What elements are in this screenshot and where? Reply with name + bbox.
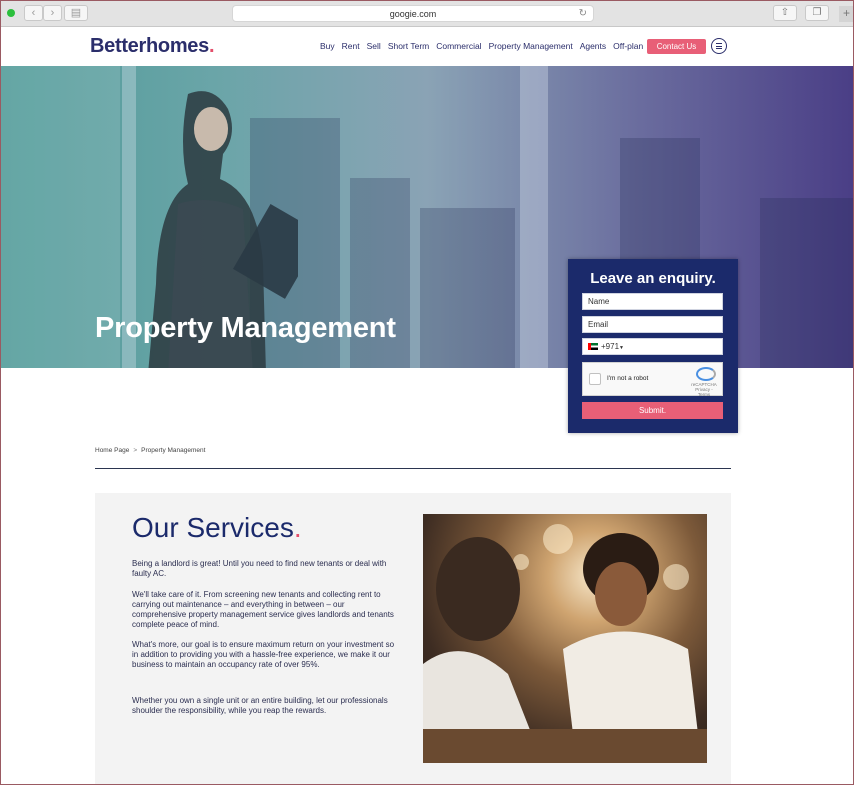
enquiry-form: Leave an enquiry. Name Email +971▼ I'm n… bbox=[568, 259, 738, 433]
services-photo-two-women-cafe bbox=[423, 514, 707, 763]
enquiry-title: Leave an enquiry. bbox=[590, 270, 716, 287]
breadcrumb-home[interactable]: Home Page bbox=[95, 447, 129, 454]
new-tab-button[interactable]: + bbox=[839, 6, 854, 22]
recaptcha-logo-icon bbox=[696, 367, 716, 381]
recaptcha-widget: I'm not a robot reCAPTCHA Privacy - Terms bbox=[582, 362, 723, 397]
recaptcha-checkbox[interactable] bbox=[589, 373, 601, 385]
logo-dot: . bbox=[208, 35, 215, 57]
recaptcha-brand: reCAPTCHA Privacy - Terms bbox=[689, 382, 719, 397]
section-divider bbox=[95, 468, 731, 469]
contact-us-button[interactable]: Contact Us bbox=[647, 39, 706, 54]
site-logo[interactable]: Betterhomes. bbox=[90, 35, 215, 58]
address-url: googie.com bbox=[389, 9, 437, 19]
hero-title: Property Management bbox=[95, 312, 396, 344]
share-button[interactable]: ⇧ bbox=[773, 5, 797, 21]
menu-item-buy[interactable]: Buy bbox=[320, 41, 335, 51]
submit-button[interactable]: Submit. bbox=[582, 402, 723, 419]
address-bar[interactable]: googie.com ↻ bbox=[232, 5, 594, 22]
breadcrumb-current: Property Management bbox=[141, 447, 206, 454]
menu-item-agents[interactable]: Agents bbox=[580, 41, 606, 51]
phone-code-dropdown-icon[interactable]: ▼ bbox=[619, 345, 624, 351]
recaptcha-label: I'm not a robot bbox=[607, 375, 649, 382]
hamburger-menu-icon[interactable] bbox=[711, 38, 727, 54]
email-field[interactable]: Email bbox=[582, 316, 723, 333]
services-paragraph: Whether you own a single unit or an enti… bbox=[132, 696, 388, 715]
menu-item-property-management[interactable]: Property Management bbox=[489, 41, 573, 51]
services-title-text: Our Services bbox=[132, 512, 294, 543]
phone-field[interactable]: +971▼ bbox=[582, 338, 723, 355]
services-title: Our Services. bbox=[132, 512, 302, 544]
phone-code: +971 bbox=[601, 342, 620, 351]
window-control-icon[interactable] bbox=[7, 9, 15, 17]
back-button[interactable]: ‹ bbox=[24, 5, 43, 21]
name-field[interactable]: Name bbox=[582, 293, 723, 310]
reload-icon[interactable]: ↻ bbox=[579, 6, 587, 22]
hero-window-frame bbox=[520, 66, 548, 368]
recaptcha-links[interactable]: Privacy - Terms bbox=[695, 387, 713, 397]
menu-item-short-term[interactable]: Short Term bbox=[388, 41, 429, 51]
services-paragraph: What's more, our goal is to ensure maxim… bbox=[132, 640, 395, 669]
hero-skyline-building bbox=[420, 208, 515, 368]
site-header: Betterhomes. Buy Rent Sell Short Term Co… bbox=[0, 27, 854, 66]
menu-item-commercial[interactable]: Commercial bbox=[436, 41, 481, 51]
breadcrumb: Home Page > Property Management bbox=[95, 447, 205, 454]
services-paragraph: Being a landlord is great! Until you nee… bbox=[132, 559, 387, 578]
breadcrumb-separator: > bbox=[133, 447, 138, 454]
tabs-overview-button[interactable]: ❐ bbox=[805, 5, 829, 21]
main-menu: Buy Rent Sell Short Term Commercial Prop… bbox=[320, 41, 643, 51]
menu-item-sell[interactable]: Sell bbox=[367, 41, 381, 51]
services-paragraph: We'll take care of it. From screening ne… bbox=[132, 590, 394, 629]
menu-item-rent[interactable]: Rent bbox=[342, 41, 360, 51]
uae-flag-icon[interactable] bbox=[588, 343, 598, 351]
hero-skyline-building bbox=[760, 198, 854, 368]
services-section: Our Services. Being a landlord is great!… bbox=[95, 493, 731, 785]
logo-text: Betterhomes bbox=[90, 35, 209, 57]
forward-button[interactable]: › bbox=[43, 5, 62, 21]
menu-item-off-plan[interactable]: Off-plan bbox=[613, 41, 643, 51]
browser-toolbar: ‹ › ▤ googie.com ↻ ⇧ ❐ + bbox=[0, 0, 854, 27]
photo-people-silhouettes bbox=[423, 533, 707, 763]
services-title-dot: . bbox=[293, 512, 302, 543]
sidebar-toggle-button[interactable]: ▤ bbox=[64, 5, 88, 21]
